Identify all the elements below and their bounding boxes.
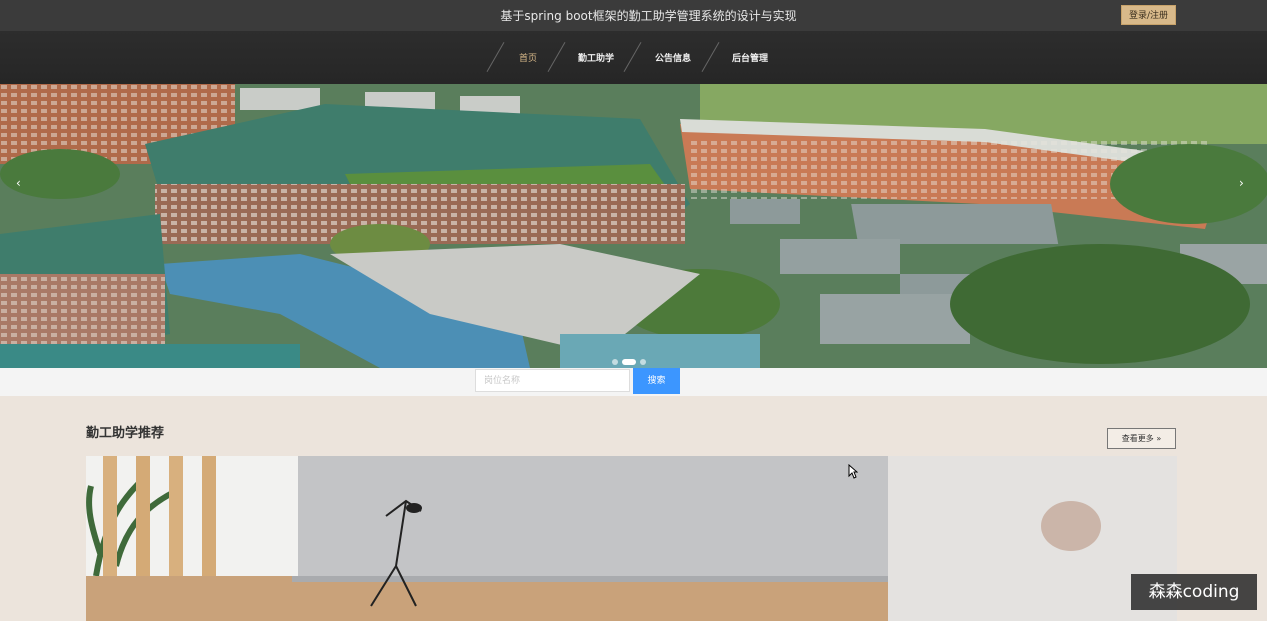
banner-carousel[interactable]: ‹ › <box>0 84 1267 368</box>
nav-separator <box>623 42 642 72</box>
nav-item-announcements[interactable]: 公告信息 <box>655 51 691 64</box>
carousel-dot[interactable] <box>612 359 618 365</box>
view-more-button[interactable]: 查看更多 » <box>1107 428 1176 449</box>
campus-banner-image <box>0 84 1267 368</box>
nav-item-home[interactable]: 首页 <box>519 51 537 64</box>
watermark: 森森coding <box>1131 574 1257 610</box>
chevron-left-icon[interactable]: ‹ <box>16 176 21 190</box>
nav-item-admin[interactable]: 后台管理 <box>732 51 768 64</box>
search-bar: 搜索 <box>0 368 1267 396</box>
carousel-dot[interactable] <box>640 359 646 365</box>
nav-separator <box>701 42 720 72</box>
nav-item-work-study[interactable]: 勤工助学 <box>578 51 614 64</box>
carousel-dot-active[interactable] <box>622 359 636 365</box>
login-register-button[interactable]: 登录/注册 <box>1121 5 1176 25</box>
carousel-indicators <box>612 350 650 368</box>
section-title: 勤工助学推荐 <box>86 426 165 441</box>
search-input[interactable] <box>475 369 630 392</box>
top-bar: 基于spring boot框架的勤工助学管理系统的设计与实现 登录/注册 <box>0 0 1267 31</box>
site-title: 基于spring boot框架的勤工助学管理系统的设计与实现 <box>500 9 797 23</box>
mouse-cursor-icon <box>848 464 858 479</box>
nav-separator <box>486 42 505 72</box>
main-nav: 首页 勤工助学 公告信息 后台管理 <box>0 31 1267 84</box>
chevron-right-icon[interactable]: › <box>1239 176 1244 190</box>
interior-photo <box>86 456 1177 621</box>
recommendation-image[interactable] <box>86 456 1177 621</box>
search-button[interactable]: 搜索 <box>633 368 680 394</box>
nav-separator <box>547 42 566 72</box>
